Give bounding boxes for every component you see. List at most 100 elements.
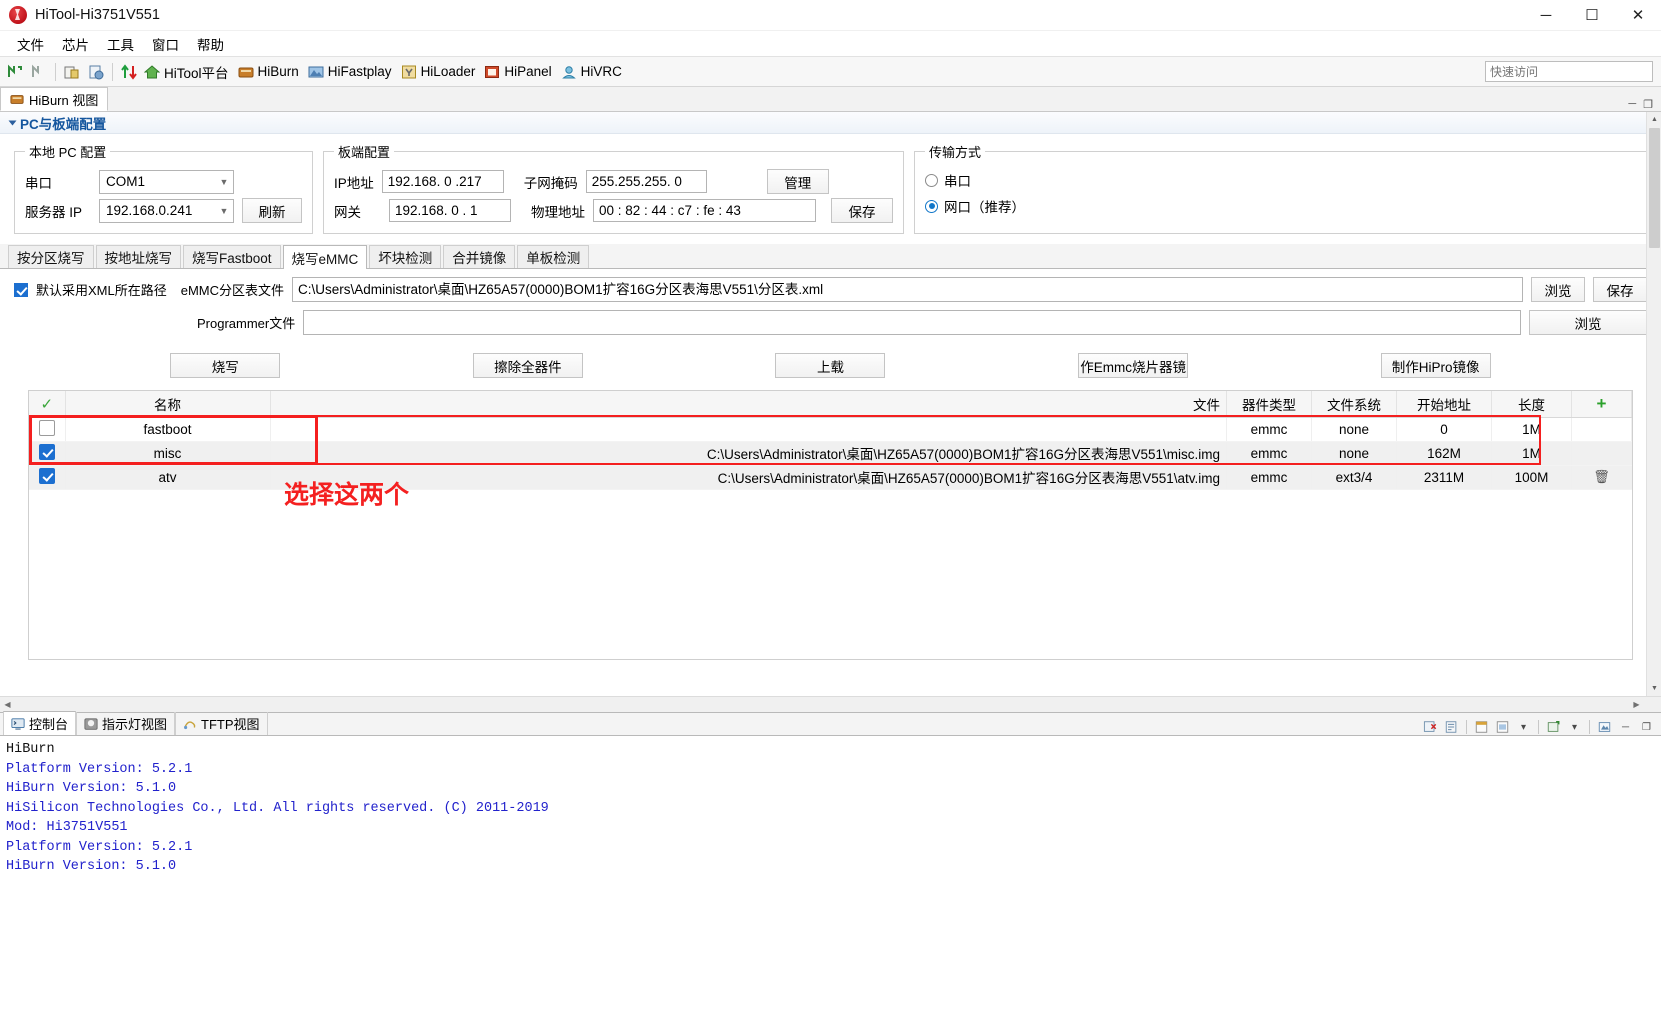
tftp-tab-label: TFTP视图 xyxy=(201,717,260,732)
main-content-area: PC与板端配置 本地 PC 配置 串口 COM1 ▼ 服务器 IP 192.16… xyxy=(0,112,1661,696)
save-board-button[interactable]: 保存 xyxy=(831,198,893,223)
row-checkbox-cell[interactable] xyxy=(29,441,66,466)
tab-bad-block-check[interactable]: 坏块检测 xyxy=(369,245,442,268)
board-ip-input[interactable]: 192.168. 0 .217 xyxy=(381,170,504,193)
main-horizontal-scrollbar[interactable]: ◀ ▶ xyxy=(0,696,1661,712)
header-name[interactable]: 名称 xyxy=(65,391,271,418)
row-checkbox-cell[interactable] xyxy=(29,465,66,490)
programmer-file-input[interactable] xyxy=(303,310,1521,335)
header-start-address[interactable]: 开始地址 xyxy=(1396,391,1492,418)
console-tab-console[interactable]: 控制台 xyxy=(3,711,77,735)
scroll-lock-icon[interactable] xyxy=(1443,719,1460,735)
gateway-input[interactable]: 192.168. 0 . 1 xyxy=(389,199,511,222)
header-file[interactable]: 文件 xyxy=(270,391,1227,418)
export-icon[interactable] xyxy=(86,62,106,82)
up-down-arrows-icon[interactable] xyxy=(119,62,139,82)
toolbar-button-hitool-platform[interactable]: HiTool平台 xyxy=(141,60,235,84)
section-header-pc-board-config[interactable]: PC与板端配置 xyxy=(0,112,1661,134)
mac-address-input[interactable]: 00 : 82 : 44 : c7 : fe : 43 xyxy=(593,199,816,222)
table-row[interactable]: misc C:\Users\Administrator\桌面\HZ65A57(0… xyxy=(29,441,1632,466)
row-start-address: 162M xyxy=(1396,441,1492,466)
view-tab-hiburn[interactable]: HiBurn 视图 xyxy=(0,87,109,111)
row-delete-cell[interactable] xyxy=(1571,441,1632,466)
manage-button[interactable]: 管理 xyxy=(766,169,829,194)
tab-burn-by-address[interactable]: 按地址烧写 xyxy=(95,245,181,268)
tab-burn-by-partition[interactable]: 按分区烧写 xyxy=(8,245,94,268)
make-hipro-image-button[interactable]: 制作HiPro镜像 xyxy=(1380,353,1491,378)
tab-merge-image[interactable]: 合并镜像 xyxy=(443,245,516,268)
config-row: 本地 PC 配置 串口 COM1 ▼ 服务器 IP 192.168.0.241 … xyxy=(0,134,1661,244)
scroll-left-icon[interactable]: ◀ xyxy=(0,700,15,709)
tab-board-check[interactable]: 单板检测 xyxy=(517,245,590,268)
radio-network-row[interactable]: 网口（推荐） xyxy=(925,193,1636,219)
import-icon[interactable] xyxy=(62,62,82,82)
display-selected-icon[interactable] xyxy=(1494,719,1511,735)
view-maximize-icon[interactable]: ❐ xyxy=(1643,98,1653,111)
table-row[interactable]: atv C:\Users\Administrator\桌面\HZ65A57(00… xyxy=(29,465,1632,490)
toolbar-button-hifastplay[interactable]: HiFastplay xyxy=(305,62,398,82)
toolbar-button-hiburn[interactable]: HiBurn xyxy=(235,62,305,82)
make-emmc-programmer-image-button[interactable]: 作Emmc烧片器镜 xyxy=(1078,353,1189,378)
row-delete-cell[interactable] xyxy=(1571,417,1632,442)
browse-partition-file-button[interactable]: 浏览 xyxy=(1531,277,1585,302)
chevron-down-icon[interactable]: ▾ xyxy=(1515,719,1532,735)
row-device-type: emmc xyxy=(1226,417,1312,442)
header-length[interactable]: 长度 xyxy=(1491,391,1572,418)
scroll-thumb[interactable] xyxy=(1649,128,1660,248)
radio-serial-row[interactable]: 串口 xyxy=(925,167,1636,193)
menu-item-chip[interactable]: 芯片 xyxy=(53,32,98,56)
console-tab-indicator[interactable]: 指示灯视图 xyxy=(76,712,176,735)
row-checkbox-cell[interactable] xyxy=(29,417,66,442)
header-select-all[interactable]: ✓ xyxy=(29,391,66,418)
save-partition-file-button[interactable]: 保存 xyxy=(1593,277,1647,302)
erase-all-devices-button[interactable]: 擦除全器件 xyxy=(472,353,583,378)
row-delete-cell[interactable]: 🗑 xyxy=(1571,465,1632,490)
tab-burn-fastboot[interactable]: 烧写Fastboot xyxy=(183,245,281,268)
upload-button[interactable]: 上载 xyxy=(775,353,886,378)
close-button[interactable]: ✕ xyxy=(1615,0,1661,31)
tab-burn-emmc[interactable]: 烧写eMMC xyxy=(282,245,368,269)
maximize-icon[interactable]: ❐ xyxy=(1638,719,1655,735)
export-icon[interactable] xyxy=(1596,719,1613,735)
console-toolbar: ▾ ▾ ─ ❐ xyxy=(1422,719,1661,735)
subnet-mask-input[interactable]: 255.255.255. 0 xyxy=(585,170,707,193)
view-tab-label: HiBurn 视图 xyxy=(29,92,99,108)
scroll-down-icon[interactable]: ▼ xyxy=(1647,681,1661,696)
burn-button[interactable]: 烧写 xyxy=(170,353,281,378)
clear-console-icon[interactable] xyxy=(1422,719,1439,735)
default-xml-path-checkbox[interactable] xyxy=(14,282,28,297)
chevron-down-2-icon[interactable]: ▾ xyxy=(1566,719,1583,735)
toolbar-button-hiloader[interactable]: HiLoader xyxy=(398,62,482,82)
menu-item-window[interactable]: 窗口 xyxy=(143,32,188,56)
console-tab-tftp[interactable]: TFTP视图 xyxy=(175,712,268,735)
pin-console-icon[interactable] xyxy=(1473,719,1490,735)
open-console-icon[interactable] xyxy=(1545,719,1562,735)
nav-forward-icon[interactable] xyxy=(29,62,49,82)
partition-file-input[interactable]: C:\Users\Administrator\桌面\HZ65A57(0000)B… xyxy=(292,277,1523,302)
minimize-button[interactable]: ─ xyxy=(1523,0,1569,31)
view-minimize-icon[interactable]: ─ xyxy=(1628,98,1636,111)
table-row[interactable]: fastboot emmc none 0 1M xyxy=(29,417,1632,442)
serial-port-select[interactable]: COM1 ▼ xyxy=(99,169,234,194)
nav-back-icon[interactable] xyxy=(5,62,25,82)
menu-item-help[interactable]: 帮助 xyxy=(188,32,233,56)
console-line: HiBurn Version: 5.1.0 xyxy=(6,859,177,874)
row-checkbox-unchecked-icon xyxy=(38,419,55,436)
toolbar-button-hivrc[interactable]: HiVRC xyxy=(558,62,628,82)
header-add-row[interactable]: + xyxy=(1571,391,1632,418)
toolbar-button-hipanel[interactable]: HiPanel xyxy=(481,62,557,82)
server-ip-select[interactable]: 192.168.0.241 ▼ xyxy=(99,198,234,223)
console-output[interactable]: HiBurn Platform Version: 5.2.1 HiBurn Ve… xyxy=(0,736,1661,999)
refresh-button[interactable]: 刷新 xyxy=(242,198,302,223)
quick-access-input[interactable] xyxy=(1485,61,1653,82)
header-device-type[interactable]: 器件类型 xyxy=(1226,391,1312,418)
menu-item-file[interactable]: 文件 xyxy=(8,32,53,56)
browse-programmer-file-button[interactable]: 浏览 xyxy=(1529,310,1647,335)
menu-item-tools[interactable]: 工具 xyxy=(98,32,143,56)
maximize-button[interactable]: ☐ xyxy=(1569,0,1615,31)
main-vertical-scrollbar[interactable]: ▲ ▼ xyxy=(1646,112,1661,696)
scroll-right-icon[interactable]: ▶ xyxy=(1629,700,1644,709)
header-filesystem[interactable]: 文件系统 xyxy=(1311,391,1397,418)
scroll-up-icon[interactable]: ▲ xyxy=(1647,112,1661,127)
minimize-icon[interactable]: ─ xyxy=(1617,719,1634,735)
